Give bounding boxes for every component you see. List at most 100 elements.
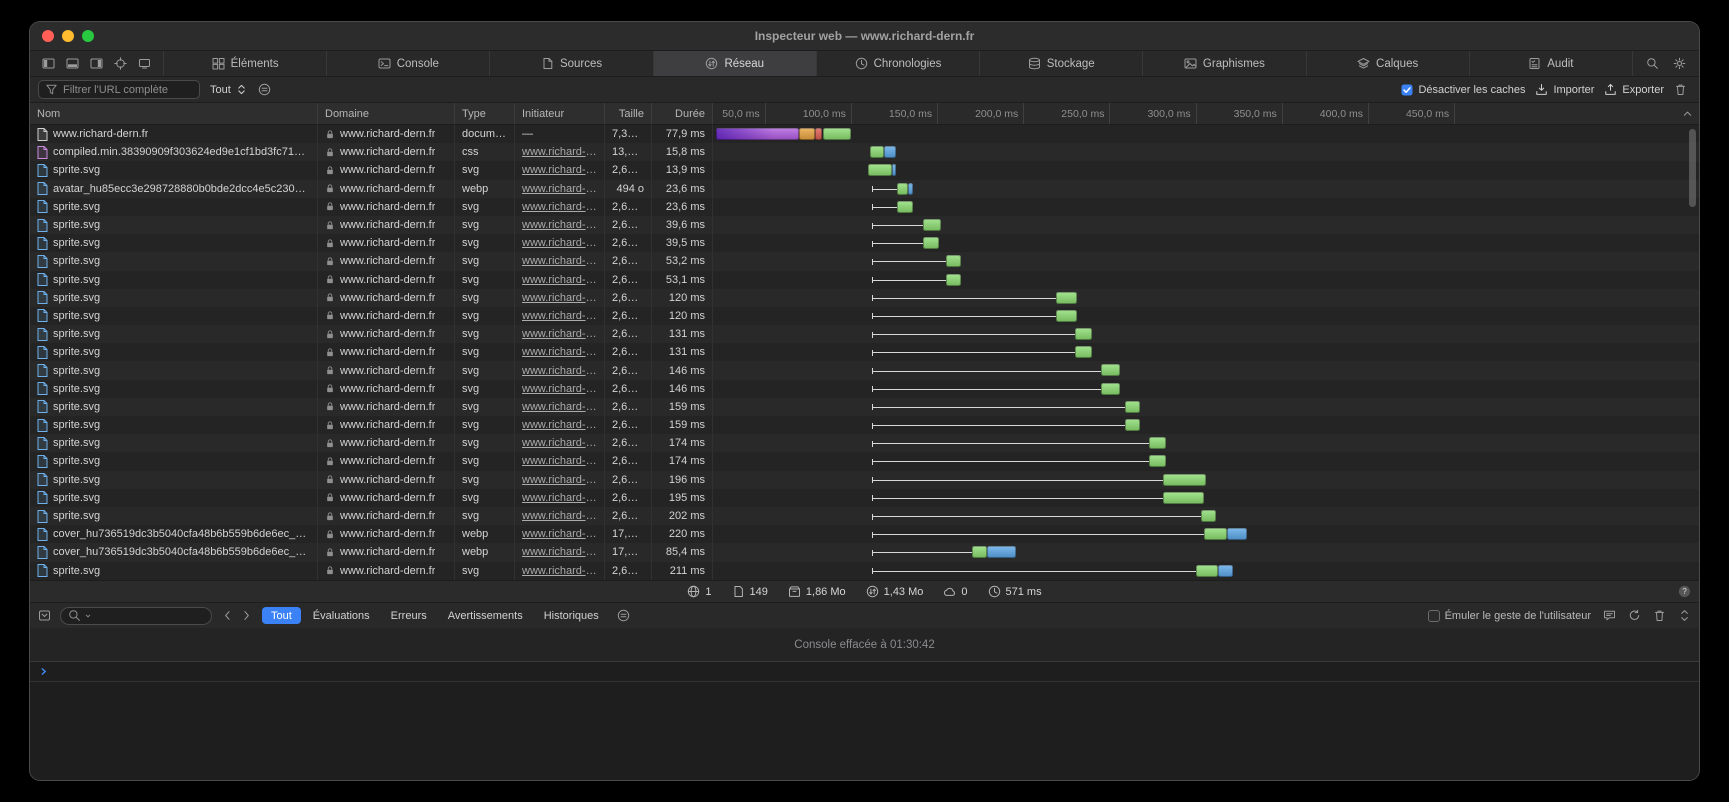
waterfall-bar-green[interactable]	[946, 274, 961, 286]
emulate-user-gesture-checkbox[interactable]: Émuler le geste de l'utilisateur	[1428, 610, 1591, 622]
waterfall-bar-blue[interactable]	[1218, 565, 1233, 577]
network-request-row[interactable]: compiled.min.38390909f303624ed9e1cf1bd3f…	[30, 143, 1699, 161]
network-request-row[interactable]: sprite.svgwww.richard-dern.frsvgwww.rich…	[30, 271, 1699, 289]
main-tab-stockage[interactable]: Stockage	[979, 51, 1142, 76]
waterfall-bar-green[interactable]	[870, 146, 884, 158]
dock-side-left-icon[interactable]	[42, 57, 55, 70]
initiator-link[interactable]: www.richard-d…	[522, 201, 597, 213]
main-tab-reseau[interactable]: Réseau	[653, 51, 816, 76]
filter-options-icon[interactable]	[258, 83, 271, 96]
vertical-scrollbar[interactable]	[1689, 129, 1696, 207]
waterfall-bar-green[interactable]	[1204, 528, 1226, 540]
waterfall-bar-green[interactable]	[972, 546, 987, 558]
waterfall-bar-blue[interactable]	[987, 546, 1016, 558]
help-icon[interactable]: ?	[1678, 581, 1691, 602]
initiator-link[interactable]: www.richard-d…	[522, 492, 597, 504]
network-request-row[interactable]: cover_hu736519dc3b5040cfa48b6b559b6de6ec…	[30, 543, 1699, 561]
next-result-icon[interactable]	[240, 609, 253, 622]
main-tab-graphismes[interactable]: Graphismes	[1142, 51, 1305, 76]
waterfall-bar-green[interactable]	[1149, 437, 1166, 449]
waterfall-bar-green[interactable]	[868, 164, 892, 176]
waterfall-bar-green[interactable]	[1149, 455, 1166, 467]
column-header-duree[interactable]: Durée	[652, 103, 713, 124]
console-tab-historiques[interactable]: Historiques	[535, 607, 608, 624]
status-transferred[interactable]: 1,86 Mo	[788, 585, 846, 598]
waterfall-bar-green[interactable]	[1075, 328, 1092, 340]
clear-network-trash-icon[interactable]	[1674, 83, 1687, 96]
waterfall-bar-green[interactable]	[1125, 419, 1140, 431]
dock-bottom-icon[interactable]	[66, 57, 79, 70]
initiator-link[interactable]: www.richard-d…	[522, 437, 597, 449]
speech-bubble-icon[interactable]	[1603, 609, 1616, 622]
main-tab-audit[interactable]: Audit	[1469, 51, 1632, 76]
console-filter-options-icon[interactable]	[617, 609, 630, 622]
initiator-link[interactable]: www.richard-d…	[522, 474, 597, 486]
waterfall-bar-blue[interactable]	[1227, 528, 1248, 540]
network-request-row[interactable]: sprite.svgwww.richard-dern.frsvgwww.rich…	[30, 398, 1699, 416]
network-request-row[interactable]: www.richard-dern.frwww.richard-dern.frdo…	[30, 125, 1699, 143]
network-request-row[interactable]: sprite.svgwww.richard-dern.frsvgwww.rich…	[30, 161, 1699, 179]
waterfall-bar-green[interactable]	[823, 128, 851, 140]
waterfall-bar-green[interactable]	[1125, 401, 1140, 413]
initiator-link[interactable]: www.richard-d…	[522, 328, 597, 340]
status-requests[interactable]: 149	[732, 585, 768, 598]
network-request-row[interactable]: sprite.svgwww.richard-dern.frsvgwww.rich…	[30, 252, 1699, 270]
search-icon[interactable]	[1646, 57, 1659, 70]
initiator-link[interactable]: www.richard-d…	[522, 546, 597, 558]
console-tab-tout[interactable]: Tout	[262, 607, 301, 624]
resource-type-select[interactable]: Tout	[210, 83, 248, 96]
initiator-link[interactable]: www.richard-d…	[522, 510, 597, 522]
initiator-link[interactable]: www.richard-d…	[522, 346, 597, 358]
waterfall-bar-orange[interactable]	[799, 128, 814, 140]
status-cached[interactable]: 0	[943, 585, 967, 598]
import-button[interactable]: Importer	[1535, 83, 1594, 96]
initiator-link[interactable]: www.richard-d…	[522, 183, 597, 195]
device-icon[interactable]	[138, 57, 151, 70]
column-header-type[interactable]: Type	[455, 103, 515, 124]
waterfall-bar-green[interactable]	[946, 255, 961, 267]
trash-icon[interactable]	[1653, 609, 1666, 622]
status-load-time[interactable]: 571 ms	[988, 585, 1042, 598]
network-request-row[interactable]: sprite.svgwww.richard-dern.frsvgwww.rich…	[30, 307, 1699, 325]
network-request-row[interactable]: sprite.svgwww.richard-dern.frsvgwww.rich…	[30, 198, 1699, 216]
network-request-row[interactable]: sprite.svgwww.richard-dern.frsvgwww.rich…	[30, 507, 1699, 525]
main-tab-elements[interactable]: Éléments	[163, 51, 326, 76]
network-request-row[interactable]: sprite.svgwww.richard-dern.frsvgwww.rich…	[30, 416, 1699, 434]
console-tab-evaluations[interactable]: Évaluations	[304, 607, 379, 624]
url-filter-input[interactable]	[63, 84, 193, 96]
network-request-row[interactable]: cover_hu736519dc3b5040cfa48b6b559b6de6ec…	[30, 525, 1699, 543]
initiator-link[interactable]: www.richard-d…	[522, 565, 597, 577]
main-tab-console[interactable]: Console	[326, 51, 489, 76]
network-request-row[interactable]: sprite.svgwww.richard-dern.frsvgwww.rich…	[30, 452, 1699, 470]
waterfall-bar-green[interactable]	[897, 183, 907, 195]
dock-side-right-icon[interactable]	[90, 57, 103, 70]
waterfall-bar-green[interactable]	[1163, 474, 1206, 486]
url-filter-field[interactable]	[38, 80, 200, 99]
initiator-link[interactable]: www.richard-d…	[522, 255, 597, 267]
reload-icon[interactable]	[1628, 609, 1641, 622]
waterfall-bar-red[interactable]	[815, 128, 822, 140]
network-request-row[interactable]: sprite.svgwww.richard-dern.frsvgwww.rich…	[30, 562, 1699, 580]
gear-icon[interactable]	[1673, 57, 1686, 70]
waterfall-bar-green[interactable]	[1196, 565, 1218, 577]
initiator-link[interactable]: www.richard-d…	[522, 455, 597, 467]
network-request-row[interactable]: sprite.svgwww.richard-dern.frsvgwww.rich…	[30, 343, 1699, 361]
collapse-timeline-icon[interactable]	[1681, 103, 1694, 124]
waterfall-bar-green[interactable]	[897, 201, 912, 213]
expand-vertical-icon[interactable]	[1678, 609, 1691, 622]
network-request-row[interactable]: avatar_hu85ecc3e298728880b0bde2dcc4e5c23…	[30, 180, 1699, 198]
initiator-link[interactable]: www.richard-d…	[522, 383, 597, 395]
column-header-domaine[interactable]: Domaine	[318, 103, 455, 124]
waterfall-bar-green[interactable]	[1201, 510, 1216, 522]
status-domains[interactable]: 1	[687, 585, 711, 598]
main-tab-calques[interactable]: Calques	[1306, 51, 1469, 76]
network-request-row[interactable]: sprite.svgwww.richard-dern.frsvgwww.rich…	[30, 216, 1699, 234]
initiator-link[interactable]: www.richard-d…	[522, 219, 597, 231]
close-window-button[interactable]	[42, 30, 54, 42]
waterfall-bar-green[interactable]	[1056, 292, 1077, 304]
export-button[interactable]: Exporter	[1604, 83, 1664, 96]
console-search-input[interactable]	[95, 610, 204, 622]
waterfall-bar-green[interactable]	[1075, 346, 1092, 358]
previous-result-icon[interactable]	[221, 609, 234, 622]
network-request-row[interactable]: sprite.svgwww.richard-dern.frsvgwww.rich…	[30, 434, 1699, 452]
